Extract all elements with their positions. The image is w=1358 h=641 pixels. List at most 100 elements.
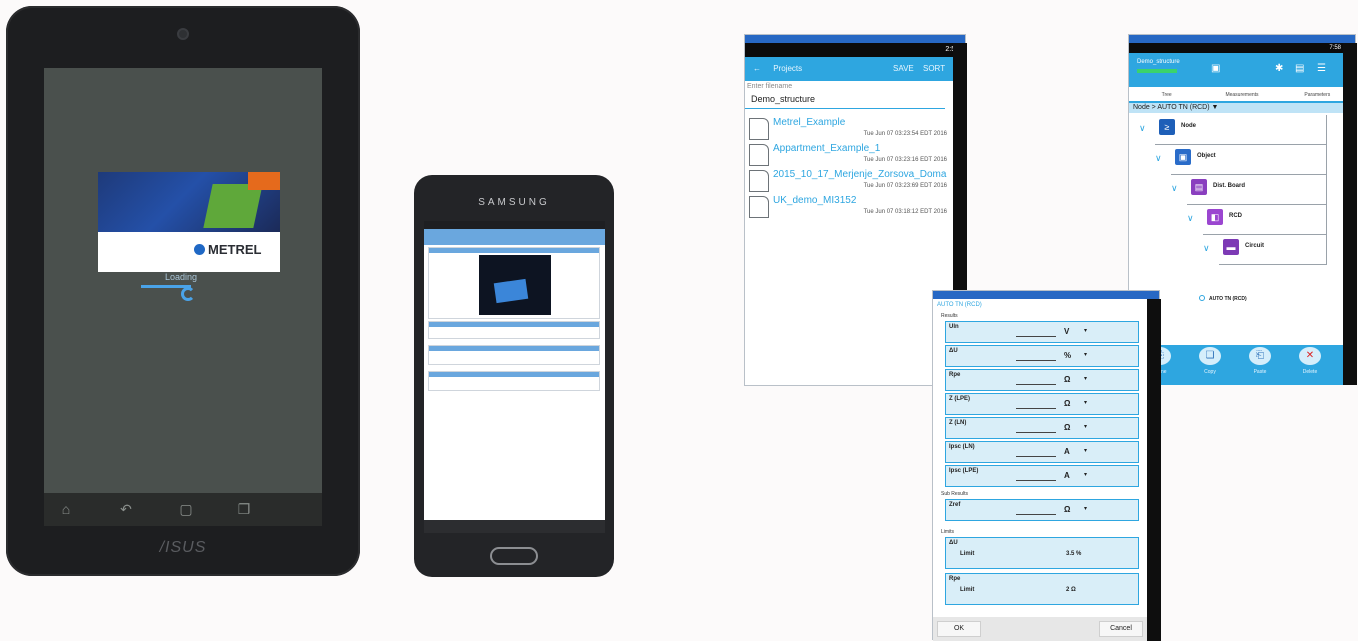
phone-card-menu[interactable] (428, 247, 600, 319)
save-button[interactable]: SAVE (893, 57, 914, 81)
chevron-down-icon[interactable]: ▾ (1084, 423, 1087, 430)
limit-row-rpe[interactable]: Rpe Limit 2 Ω (945, 573, 1139, 605)
chevron-down-icon[interactable]: ∨ (1187, 213, 1194, 224)
project-date: Tue Jun 07 03:23:54 EDT 2016 (863, 131, 947, 137)
filename-label: Enter filename (747, 83, 793, 90)
phone-appbar (424, 229, 605, 245)
filename-input[interactable]: Demo_structure (745, 90, 945, 109)
tab-tree[interactable]: Tree (1129, 87, 1204, 101)
chevron-down-icon[interactable]: ∨ (1203, 243, 1210, 254)
window-titlebar (1129, 35, 1355, 43)
result-row[interactable]: Ipsc (LPE) A ▾ (945, 465, 1139, 487)
phone-card-node[interactable] (428, 345, 600, 365)
splash-orange-block (248, 172, 280, 190)
recent-apps-icon[interactable]: ❐ (236, 501, 252, 517)
result-row[interactable]: ΔU% ▾ (945, 345, 1139, 367)
result-row[interactable]: Uln V ▾ (945, 321, 1139, 343)
chevron-down-icon[interactable]: ▾ (1084, 505, 1087, 512)
node-icon: ▤ (1191, 179, 1207, 195)
tree-node[interactable]: ∨ ▬ Circuit (1203, 235, 1327, 265)
limits-heading: Limits (941, 529, 955, 535)
splash-green-block (203, 184, 263, 228)
delete-button[interactable]: ✕ Delete (1285, 347, 1335, 375)
status-bar: 7:58 (1129, 43, 1355, 53)
chevron-down-icon[interactable]: ∨ (1155, 153, 1162, 164)
breadcrumb[interactable]: Node > AUTO TN (RCD) ▼ (1129, 103, 1355, 113)
copy-button[interactable]: ❏ Copy (1185, 347, 1235, 375)
node-label: RCD (1229, 213, 1242, 219)
tree-appbar: Demo_structure ▣ ✱ ▤ ☰ (1129, 53, 1355, 87)
home-button-icon[interactable]: ▢ (178, 501, 194, 517)
result-row-zref[interactable]: Zref Ω ▾ (945, 499, 1139, 521)
project-name: UK_demo_MI3152 (773, 195, 857, 206)
loading-label: Loading (164, 272, 198, 282)
disk-icon[interactable]: ▤ (1295, 63, 1304, 74)
chevron-down-icon[interactable]: ▾ (1084, 351, 1087, 358)
phone-home-button[interactable] (490, 547, 538, 565)
metrel-logo: METREL (194, 242, 261, 257)
result-row[interactable]: Ipsc (LN) A ▾ (945, 441, 1139, 463)
project-name: Appartment_Example_1 (773, 143, 881, 154)
project-date: Tue Jun 07 03:23:16 EDT 2016 (863, 157, 947, 163)
tree-node[interactable]: ∨ ▤ Dist. Board (1171, 175, 1327, 205)
cancel-button[interactable]: Cancel (1099, 621, 1143, 637)
structure-name: Demo_structure (1137, 59, 1180, 65)
project-name: 2015_10_17_Merjenje_Zorsova_Doma (773, 169, 947, 180)
project-list-item[interactable]: Metrel_Example Tue Jun 07 03:23:54 EDT 20… (747, 115, 951, 143)
node-label: Circuit (1245, 243, 1265, 249)
node-icon: ▣ (1175, 149, 1191, 165)
copy-icon: ❏ (1199, 347, 1221, 365)
phone-device: SAMSUNG (414, 175, 614, 577)
result-row[interactable]: Z (LPE) Ω ▾ (945, 393, 1139, 415)
project-list-item[interactable]: Appartment_Example_1 Tue Jun 07 03:23:16 … (747, 141, 951, 169)
back-arrow-icon[interactable]: ← (753, 64, 761, 73)
tree-node[interactable]: ∨ ≥ Node (1139, 115, 1327, 145)
tree-window: 7:58 Demo_structure ▣ ✱ ▤ ☰ Tree Measure… (1128, 34, 1357, 385)
results-heading: Results (941, 313, 958, 319)
project-list-item[interactable]: 2015_10_17_Merjenje_Zorsova_Doma Tue Jun … (747, 167, 951, 195)
chevron-down-icon[interactable]: ∨ (1139, 123, 1146, 134)
limit-row-du[interactable]: ΔU Limit 3.5 % (945, 537, 1139, 569)
bluetooth-icon[interactable]: ✱ (1275, 63, 1283, 74)
metrel-splash: METREL (98, 172, 280, 272)
paste-icon: ⎗ (1249, 347, 1271, 365)
project-name: Metrel_Example (773, 117, 846, 128)
node-icon: ▬ (1223, 239, 1239, 255)
result-row[interactable]: Rpe Ω ▾ (945, 369, 1139, 391)
home-icon[interactable]: ⌂ (58, 501, 74, 517)
tablet-navbar: ⌂ ↶ ▢ ❐ (44, 493, 322, 526)
tablet-brand: /ISUS (159, 539, 207, 556)
chevron-down-icon[interactable]: ▾ (1084, 471, 1087, 478)
result-row[interactable]: Z (LN) Ω ▾ (945, 417, 1139, 439)
node-label: Node (1181, 123, 1196, 129)
phone-card-leaf[interactable] (428, 371, 600, 391)
save-icon[interactable]: ▣ (1211, 63, 1220, 74)
tree-tabs: Tree Measurements Parameters (1129, 87, 1355, 103)
chevron-down-icon[interactable]: ▾ (1084, 399, 1087, 406)
chevron-down-icon[interactable]: ▾ (1084, 447, 1087, 454)
tab-measurements[interactable]: Measurements (1204, 87, 1279, 101)
ok-button[interactable]: OK (937, 621, 981, 637)
settings-icon[interactable]: ☰ (1317, 63, 1326, 74)
tree-node[interactable]: ∨ ▣ Object (1155, 145, 1327, 175)
back-icon[interactable]: ↶ (118, 501, 134, 517)
chevron-down-icon[interactable]: ▾ (1084, 375, 1087, 382)
project-list: Metrel_Example Tue Jun 07 03:23:54 EDT 20… (745, 115, 953, 235)
chevron-down-icon[interactable]: ▾ (1084, 327, 1087, 334)
project-list-item[interactable]: UK_demo_MI3152 Tue Jun 07 03:18:12 EDT 20… (747, 193, 951, 221)
chevron-down-icon[interactable]: ∨ (1171, 183, 1178, 194)
value-underline (1016, 456, 1056, 457)
sort-button[interactable]: SORT (923, 57, 945, 81)
value-underline (1016, 480, 1056, 481)
paste-button[interactable]: ⎗ Paste (1235, 347, 1285, 375)
document-icon (749, 144, 769, 166)
tree-node[interactable]: ∨ ◧ RCD (1187, 205, 1327, 235)
delete-icon: ✕ (1299, 347, 1321, 365)
progress-indicator (1137, 69, 1177, 73)
node-label: Dist. Board (1213, 183, 1246, 189)
leaf-label[interactable]: AUTO TN (RCD) (1199, 295, 1247, 302)
project-date: Tue Jun 07 03:23:69 EDT 2016 (863, 183, 947, 189)
phone-card-inst[interactable] (428, 321, 600, 339)
projects-title: Projects (773, 64, 803, 73)
node-icon: ≥ (1159, 119, 1175, 135)
